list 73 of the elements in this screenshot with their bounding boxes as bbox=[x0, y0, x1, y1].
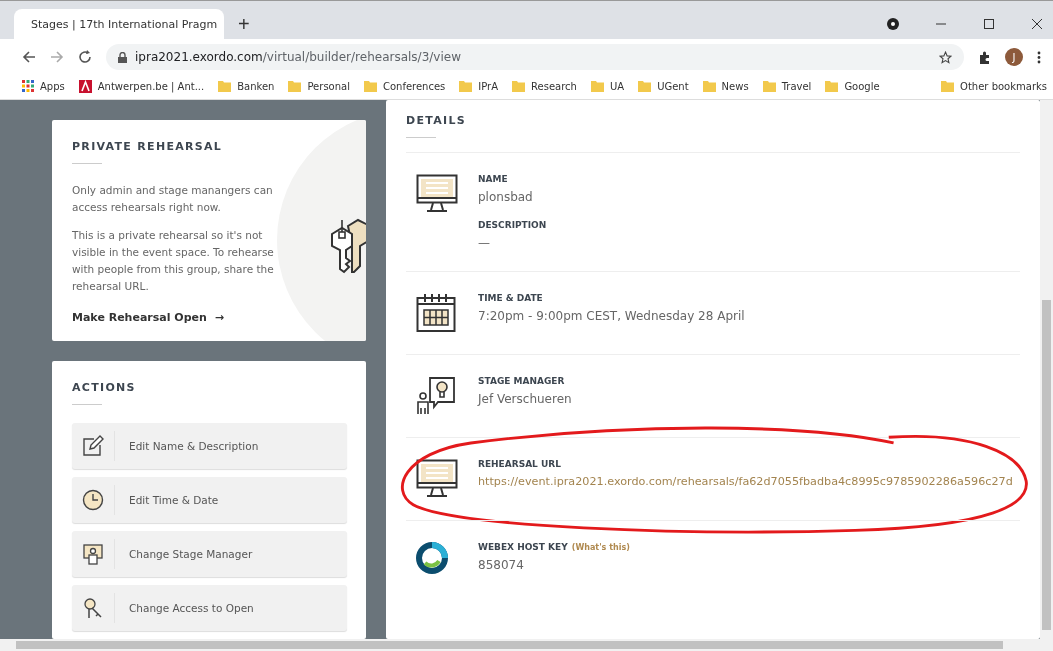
maximize-icon[interactable] bbox=[983, 18, 995, 30]
scrollbar-thumb[interactable] bbox=[1042, 300, 1051, 630]
action-button[interactable]: Edit Time & Date bbox=[72, 477, 347, 523]
bookmark-item[interactable]: Conferences bbox=[363, 80, 446, 92]
browser-tab[interactable]: Stages | 17th International Pragm bbox=[14, 9, 224, 39]
folder-icon bbox=[590, 80, 604, 92]
reload-icon[interactable] bbox=[78, 50, 92, 64]
field-value: — bbox=[478, 236, 491, 250]
person-board-icon bbox=[82, 543, 104, 565]
field-label: DESCRIPTION bbox=[478, 220, 547, 230]
bookmark-item[interactable]: UA bbox=[590, 80, 625, 92]
field-label: REHEARSAL URL bbox=[478, 459, 561, 469]
webex-logo-icon bbox=[416, 542, 448, 574]
bookmark-item[interactable]: UGent bbox=[638, 80, 689, 92]
field-label: NAME bbox=[478, 174, 508, 184]
keys-icon bbox=[82, 597, 104, 619]
folder-icon bbox=[825, 80, 839, 92]
address-field[interactable]: ipra2021.exordo.com/virtual/builder/rehearsals/3/view bbox=[106, 44, 964, 70]
info-paragraph: Only admin and stage manangers can access rehearsals right now. bbox=[72, 183, 274, 215]
card-title: PRIVATE REHEARSAL bbox=[72, 140, 224, 153]
tab-title: Stages | 17th International Pragm bbox=[31, 17, 218, 31]
monitor-icon bbox=[416, 174, 458, 214]
bookmark-item[interactable]: Personal bbox=[288, 80, 350, 92]
field-value: 858074 bbox=[478, 558, 525, 572]
folder-icon bbox=[459, 80, 473, 92]
presenter-icon bbox=[416, 376, 456, 416]
bookmark-item[interactable]: Antwerpen.be | Ant... bbox=[78, 79, 205, 93]
bookmark-item[interactable]: IPrA bbox=[459, 80, 499, 92]
bookmark-item[interactable]: Travel bbox=[762, 80, 812, 92]
monitor-icon bbox=[416, 459, 458, 499]
star-icon[interactable] bbox=[939, 50, 952, 64]
make-open-link[interactable]: Make Rehearsal Open → bbox=[72, 311, 225, 324]
profile-avatar[interactable]: J bbox=[1005, 48, 1023, 66]
scrollbar-thumb[interactable] bbox=[16, 641, 1003, 649]
close-icon[interactable] bbox=[1031, 18, 1043, 30]
puzzle-icon[interactable] bbox=[978, 50, 991, 64]
field-value: Jef Verschueren bbox=[478, 392, 572, 406]
folder-icon bbox=[702, 80, 716, 92]
edit-icon bbox=[82, 435, 104, 457]
folder-icon bbox=[512, 80, 526, 92]
rehearsal-url-link[interactable]: https://event.ipra2021.exordo.com/rehearsals/fa62d7055fbadba4c8995c9785902286a596c27d bbox=[478, 475, 1013, 488]
bookmark-item[interactable]: Research bbox=[512, 80, 577, 92]
field-value: plonsbad bbox=[478, 190, 534, 204]
clock-icon bbox=[82, 489, 104, 511]
folder-icon bbox=[941, 80, 955, 92]
bookmark-item[interactable]: Google bbox=[825, 80, 880, 92]
new-tab-button[interactable]: + bbox=[234, 9, 254, 39]
bookmark-item[interactable]: News bbox=[702, 80, 749, 92]
bookmark-item[interactable]: Other bookmarks bbox=[941, 80, 1047, 92]
field-label: STAGE MANAGER bbox=[478, 376, 565, 386]
card-title: ACTIONS bbox=[72, 381, 137, 394]
calendar-icon bbox=[416, 293, 456, 333]
folder-icon bbox=[218, 80, 232, 92]
lock-icon bbox=[118, 51, 127, 63]
apps-grid-icon bbox=[22, 80, 34, 92]
field-value: 7:20pm - 9:00pm CEST, Wednesday 28 April bbox=[478, 309, 745, 323]
field-label: TIME & DATE bbox=[478, 293, 543, 303]
action-button[interactable]: Edit Name & Description bbox=[72, 423, 347, 469]
action-button[interactable]: Change Stage Manager bbox=[72, 531, 347, 577]
menu-icon[interactable] bbox=[1037, 50, 1041, 64]
action-button[interactable]: Change Access to Open bbox=[72, 585, 347, 631]
field-label: WEBEX HOST KEY bbox=[478, 542, 568, 552]
info-paragraph: This is a private rehearsal so it's not visible in the event space. To rehearse with people from this group, share the rehearsal URL. bbox=[72, 228, 275, 294]
site-logo-icon bbox=[78, 79, 92, 93]
bookmark-item[interactable]: Banken bbox=[218, 80, 275, 92]
bookmark-item[interactable]: Apps bbox=[22, 80, 65, 92]
folder-icon bbox=[762, 80, 776, 92]
card-title: DETAILS bbox=[406, 114, 467, 127]
folder-icon bbox=[288, 80, 302, 92]
back-icon[interactable] bbox=[22, 50, 36, 64]
folder-icon bbox=[638, 80, 652, 92]
folder-icon bbox=[363, 80, 377, 92]
media-icon[interactable] bbox=[887, 18, 899, 30]
